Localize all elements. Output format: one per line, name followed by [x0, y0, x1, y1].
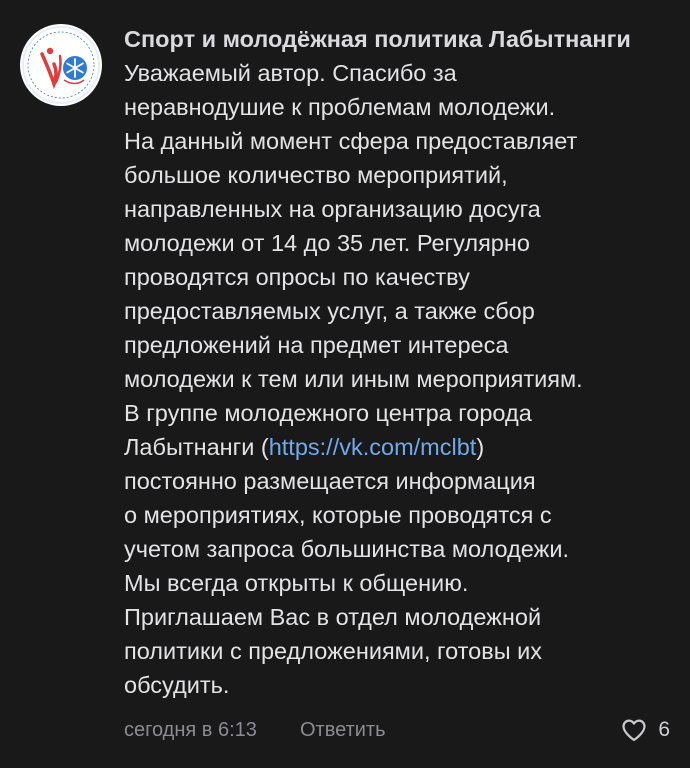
comment-text-line: предоставляемых услуг, а также сбор	[124, 298, 535, 324]
comment-text-line: большое количество мероприятий,	[124, 162, 508, 188]
organization-logo-icon	[22, 26, 100, 104]
comment-text-link-line: Лабытнанги (https://vk.com/mclbt)	[124, 430, 676, 464]
comment-text: Уважаемый автор. Спасибо за неравнодушие…	[124, 56, 676, 702]
comment-text-line: неравнодушие к проблемам молодежи.	[124, 94, 556, 120]
link-line-prefix: Лабытнанги (	[124, 434, 269, 460]
comment-text-line: молодежи от 14 до 35 лет. Регулярно	[124, 230, 530, 256]
like-count: 6	[658, 718, 670, 741]
comment: Спорт и молодёжная политика Лабытнанги У…	[0, 0, 690, 768]
comment-text-line: политики с предложениями, готовы их	[124, 638, 542, 664]
comment-author[interactable]: Спорт и молодёжная политика Лабытнанги	[124, 22, 676, 56]
comment-text-line: проводятся опросы по качеству	[124, 264, 470, 290]
comment-text-line: предложений на предмет интереса	[124, 332, 509, 358]
comment-text-line: молодежи к тем или иным мероприятиям.	[124, 366, 583, 392]
comment-content: Спорт и молодёжная политика Лабытнанги У…	[124, 22, 676, 702]
heart-outline-icon	[622, 719, 646, 742]
link-line-suffix: )	[476, 434, 485, 460]
comment-text-line: Уважаемый автор. Спасибо за	[124, 60, 457, 86]
comment-footer: сегодня в 6:13 Ответить 6	[124, 714, 670, 746]
comment-text-line: постоянно размещается информация	[124, 468, 536, 494]
comment-timestamp: сегодня в 6:13	[124, 719, 257, 741]
comment-text-line: В группе молодежного центра города	[124, 400, 532, 426]
comment-text-line: Приглашаем Вас в отдел молодежной	[124, 604, 542, 630]
reply-button[interactable]: Ответить	[300, 714, 386, 746]
author-avatar[interactable]	[20, 24, 102, 106]
comment-text-line: о мероприятиях, которые проводятся с	[124, 502, 552, 528]
like-button[interactable]: 6	[620, 714, 670, 746]
comment-text-line: учетом запроса большинства молодежи.	[124, 536, 569, 562]
comment-text-line: обсудить.	[124, 672, 230, 698]
comment-text-line: На данный момент сфера предоставляет	[124, 128, 578, 154]
comment-text-line: направленных на организацию досуга	[124, 196, 541, 222]
comment-text-line: Мы всегда открыты к общению.	[124, 570, 469, 596]
vk-group-link[interactable]: https://vk.com/mclbt	[269, 434, 477, 460]
